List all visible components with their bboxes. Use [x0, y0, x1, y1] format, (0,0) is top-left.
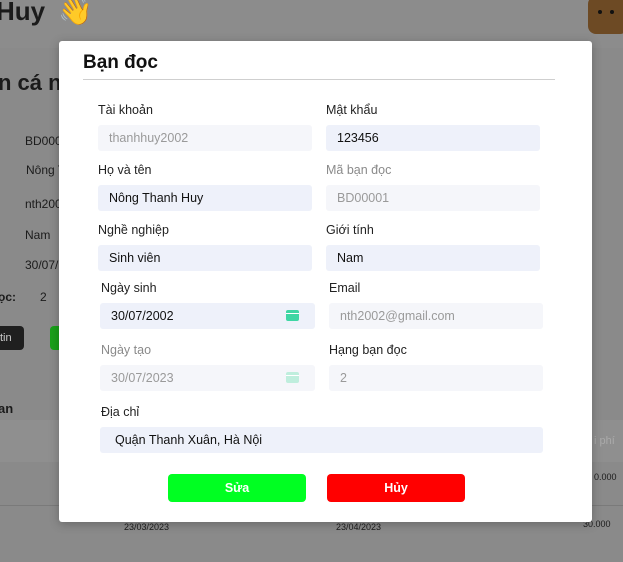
profile-gender: Nam — [25, 228, 51, 242]
edit-button[interactable]: Sửa — [168, 474, 306, 502]
gender-field[interactable]: Nam — [326, 245, 540, 271]
column-fee: i phí — [594, 435, 615, 447]
birthday-value: 30/07/2002 — [111, 309, 174, 323]
wave-icon: 👋 — [58, 0, 93, 26]
greeting-text: Huy — [0, 0, 46, 26]
reader-id-field: BD00001 — [326, 185, 540, 211]
row-date-from: 23/03/2023 — [124, 522, 170, 532]
profile-tier-value: 2 — [40, 290, 47, 304]
created-date-field: 30/07/2023 — [100, 365, 315, 391]
email-field: nth2002@gmail.com — [329, 303, 543, 329]
history-title: an — [0, 401, 14, 416]
account-label: Tài khoản — [98, 103, 153, 117]
profile-reader-id: BD000 — [25, 134, 62, 148]
full-name-label: Họ và tên — [98, 163, 152, 177]
reader-id-label: Mã bạn đọc — [326, 163, 392, 177]
birthday-field[interactable]: 30/07/2002 — [100, 303, 315, 329]
profile-account: nth200 — [25, 197, 62, 211]
cancel-button[interactable]: Hủy — [327, 474, 465, 502]
address-field[interactable]: Quận Thanh Xuân, Hà Nội — [100, 427, 543, 453]
occupation-label: Nghề nghiệp — [98, 223, 169, 237]
reader-rank-field: 2 — [329, 365, 543, 391]
profile-tier-label: ọc: — [0, 290, 16, 304]
modal-title: Bạn đọc — [83, 52, 158, 73]
row-date-to: 23/04/2023 — [336, 522, 382, 532]
profile-birthday: 30/07/ — [25, 258, 59, 272]
occupation-field[interactable]: Sinh viên — [98, 245, 312, 271]
password-label: Mật khẩu — [326, 103, 378, 117]
modal-divider — [83, 79, 555, 80]
background-info-button[interactable]: tin — [0, 326, 24, 350]
email-label: Email — [329, 281, 361, 295]
reader-rank-label: Hạng bạn đọc — [329, 343, 407, 357]
created-date-value: 30/07/2023 — [111, 371, 174, 385]
row-fee: 0.000 — [594, 472, 617, 482]
calendar-icon[interactable] — [286, 310, 299, 321]
full-name-field[interactable]: Nông Thanh Huy — [98, 185, 312, 211]
birthday-label: Ngày sinh — [101, 281, 157, 295]
reader-modal: Bạn đọc Tài khoản thanhhuy2002 Mật khẩu … — [59, 41, 592, 522]
created-date-label: Ngày tạo — [101, 343, 152, 357]
avatar[interactable] — [588, 0, 623, 34]
address-label: Địa chỉ — [101, 405, 140, 419]
calendar-icon — [286, 372, 299, 383]
gender-label: Giới tính — [326, 223, 374, 237]
profile-section-title: n cá n — [0, 70, 62, 95]
account-field: thanhhuy2002 — [98, 125, 312, 151]
password-field[interactable]: 123456 — [326, 125, 540, 151]
